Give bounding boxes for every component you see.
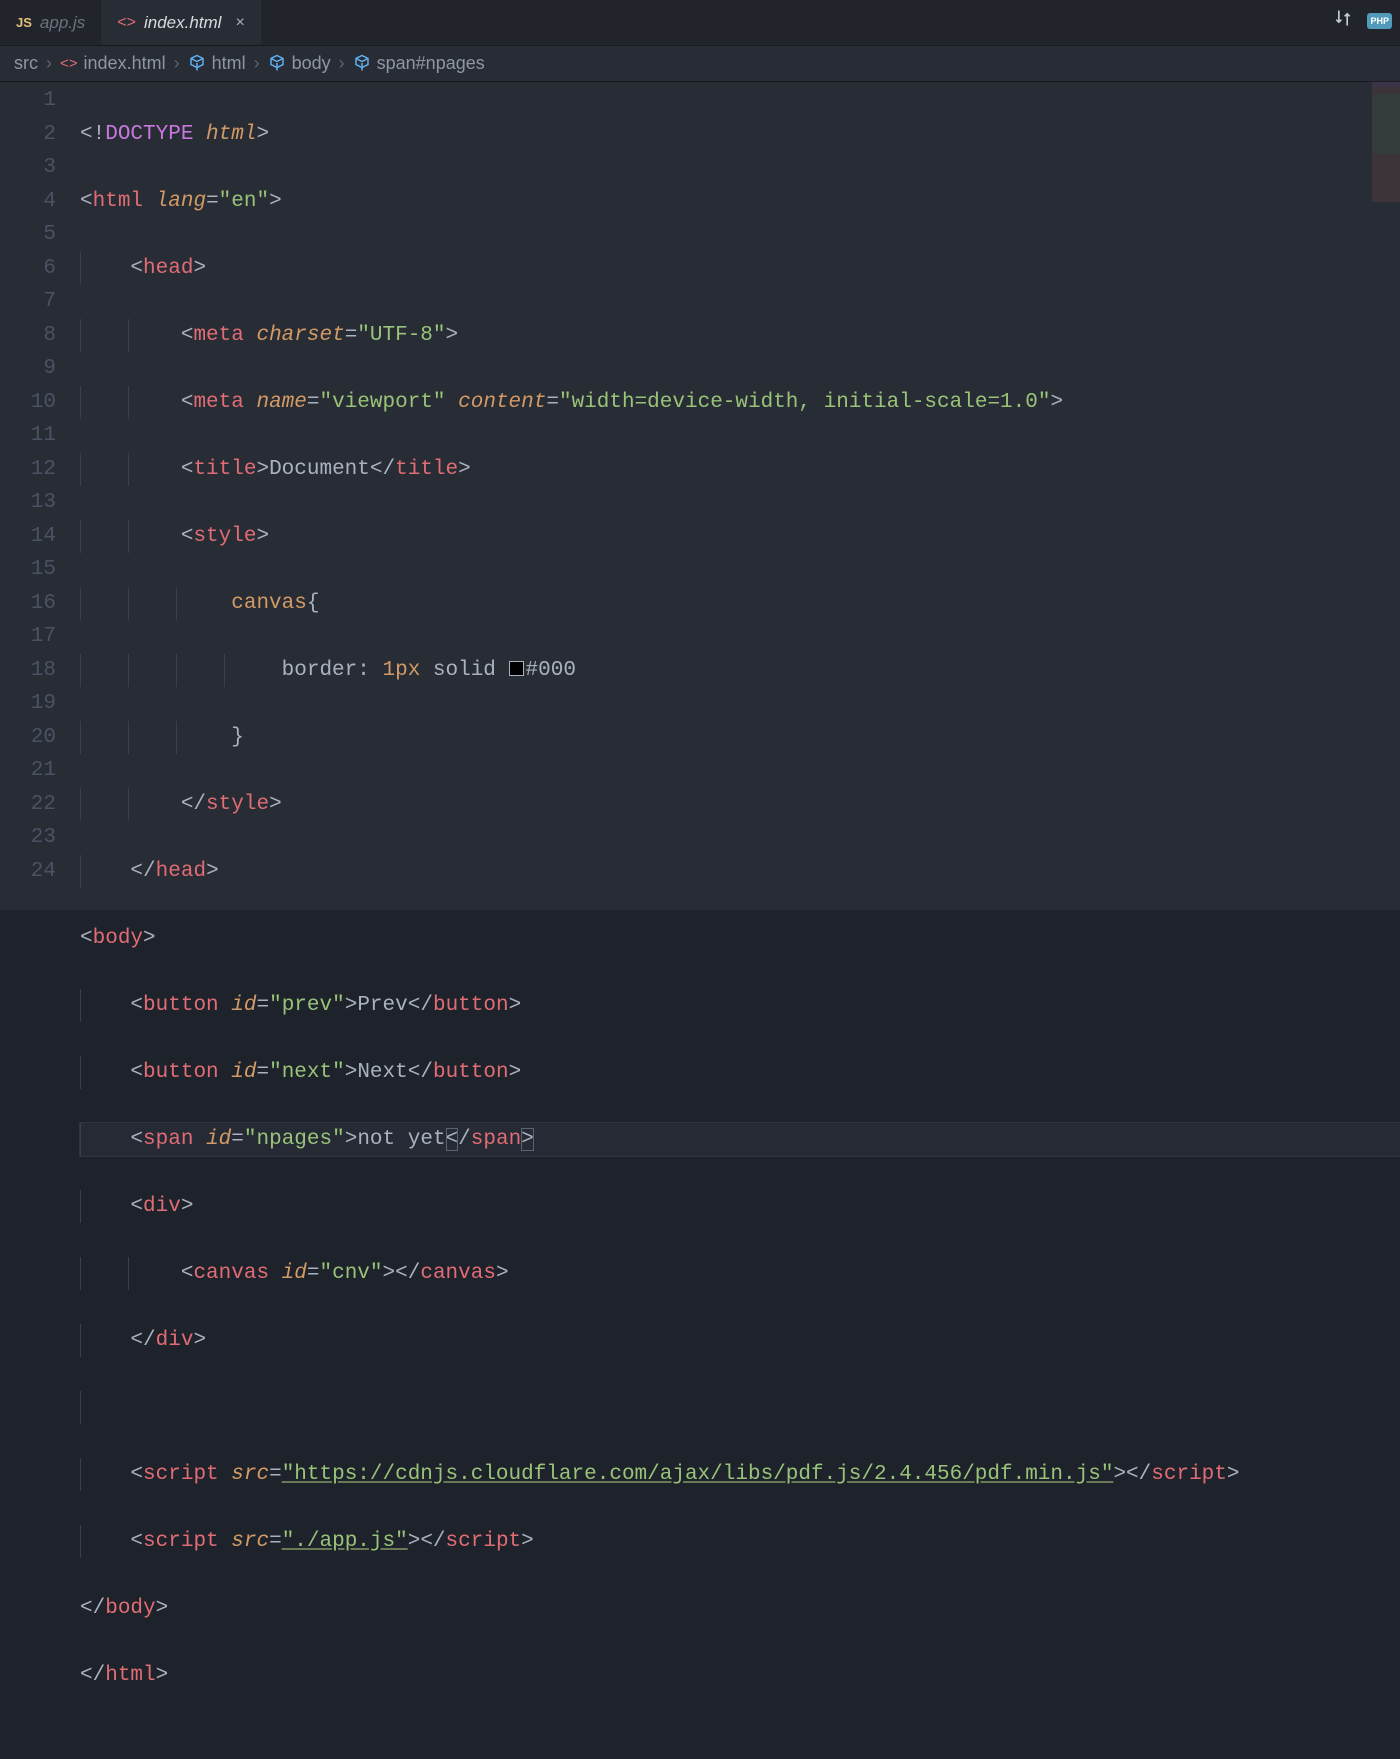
code-line: </html> xyxy=(80,1659,1400,1693)
breadcrumb-item[interactable]: span#npages xyxy=(377,53,485,74)
breadcrumb-item[interactable]: index.html xyxy=(84,53,166,74)
code-line: </body> xyxy=(80,1592,1400,1626)
code-line: <meta name="viewport" content="width=dev… xyxy=(80,386,1400,420)
code-line: <html lang="en"> xyxy=(80,185,1400,219)
code-line xyxy=(80,1391,1400,1425)
code-line: <style> xyxy=(80,520,1400,554)
code-line: </head> xyxy=(80,855,1400,889)
code-line: <script src="./app.js"></script> xyxy=(80,1525,1400,1559)
code-line: </div> xyxy=(80,1324,1400,1358)
code-line: <title>Document</title> xyxy=(80,453,1400,487)
tab-label: app.js xyxy=(40,13,85,33)
symbol-icon xyxy=(353,53,371,74)
code-content[interactable]: <!DOCTYPE html> <html lang="en"> <head> … xyxy=(80,82,1400,910)
html-icon: <> xyxy=(117,14,136,32)
code-line-current: <span id="npages">not yet</span> xyxy=(80,1123,1400,1157)
code-line: <body> xyxy=(80,922,1400,956)
minimap[interactable] xyxy=(1372,82,1400,202)
breadcrumb: src › <> index.html › html › body › span… xyxy=(0,46,1400,82)
compare-icon[interactable] xyxy=(1333,8,1353,33)
php-icon[interactable]: PHP xyxy=(1367,13,1392,29)
line-gutter: 123456789101112131415161718192021222324 xyxy=(0,82,80,910)
breadcrumb-item[interactable]: html xyxy=(212,53,246,74)
code-line: <script src="https://cdnjs.cloudflare.co… xyxy=(80,1458,1400,1492)
code-line: <meta charset="UTF-8"> xyxy=(80,319,1400,353)
tab-bar: JS app.js <> index.html × xyxy=(0,0,1400,46)
chevron-right-icon: › xyxy=(254,53,260,74)
tab-label: index.html xyxy=(144,13,221,33)
tab-appjs[interactable]: JS app.js xyxy=(0,0,101,45)
code-line: </style> xyxy=(80,788,1400,822)
chevron-right-icon: › xyxy=(339,53,345,74)
code-line: <div> xyxy=(80,1190,1400,1224)
code-line: <head> xyxy=(80,252,1400,286)
breadcrumb-item[interactable]: body xyxy=(292,53,331,74)
editor-actions: PHP xyxy=(1333,8,1392,33)
symbol-icon xyxy=(268,53,286,74)
breadcrumb-item[interactable]: src xyxy=(14,53,38,74)
code-line: <canvas id="cnv"></canvas> xyxy=(80,1257,1400,1291)
chevron-right-icon: › xyxy=(174,53,180,74)
chevron-right-icon: › xyxy=(46,53,52,74)
code-line: <button id="prev">Prev</button> xyxy=(80,989,1400,1023)
code-editor[interactable]: 123456789101112131415161718192021222324 … xyxy=(0,82,1400,910)
code-line: <!DOCTYPE html> xyxy=(80,118,1400,152)
html-icon: <> xyxy=(60,55,78,72)
close-icon[interactable]: × xyxy=(235,14,244,32)
code-line: } xyxy=(80,721,1400,755)
js-icon: JS xyxy=(16,15,32,30)
symbol-icon xyxy=(188,53,206,74)
tab-indexhtml[interactable]: <> index.html × xyxy=(101,0,261,45)
color-swatch-icon xyxy=(509,661,524,676)
code-line: <button id="next">Next</button> xyxy=(80,1056,1400,1090)
code-line: canvas{ xyxy=(80,587,1400,621)
code-line: border: 1px solid #000 xyxy=(80,654,1400,688)
